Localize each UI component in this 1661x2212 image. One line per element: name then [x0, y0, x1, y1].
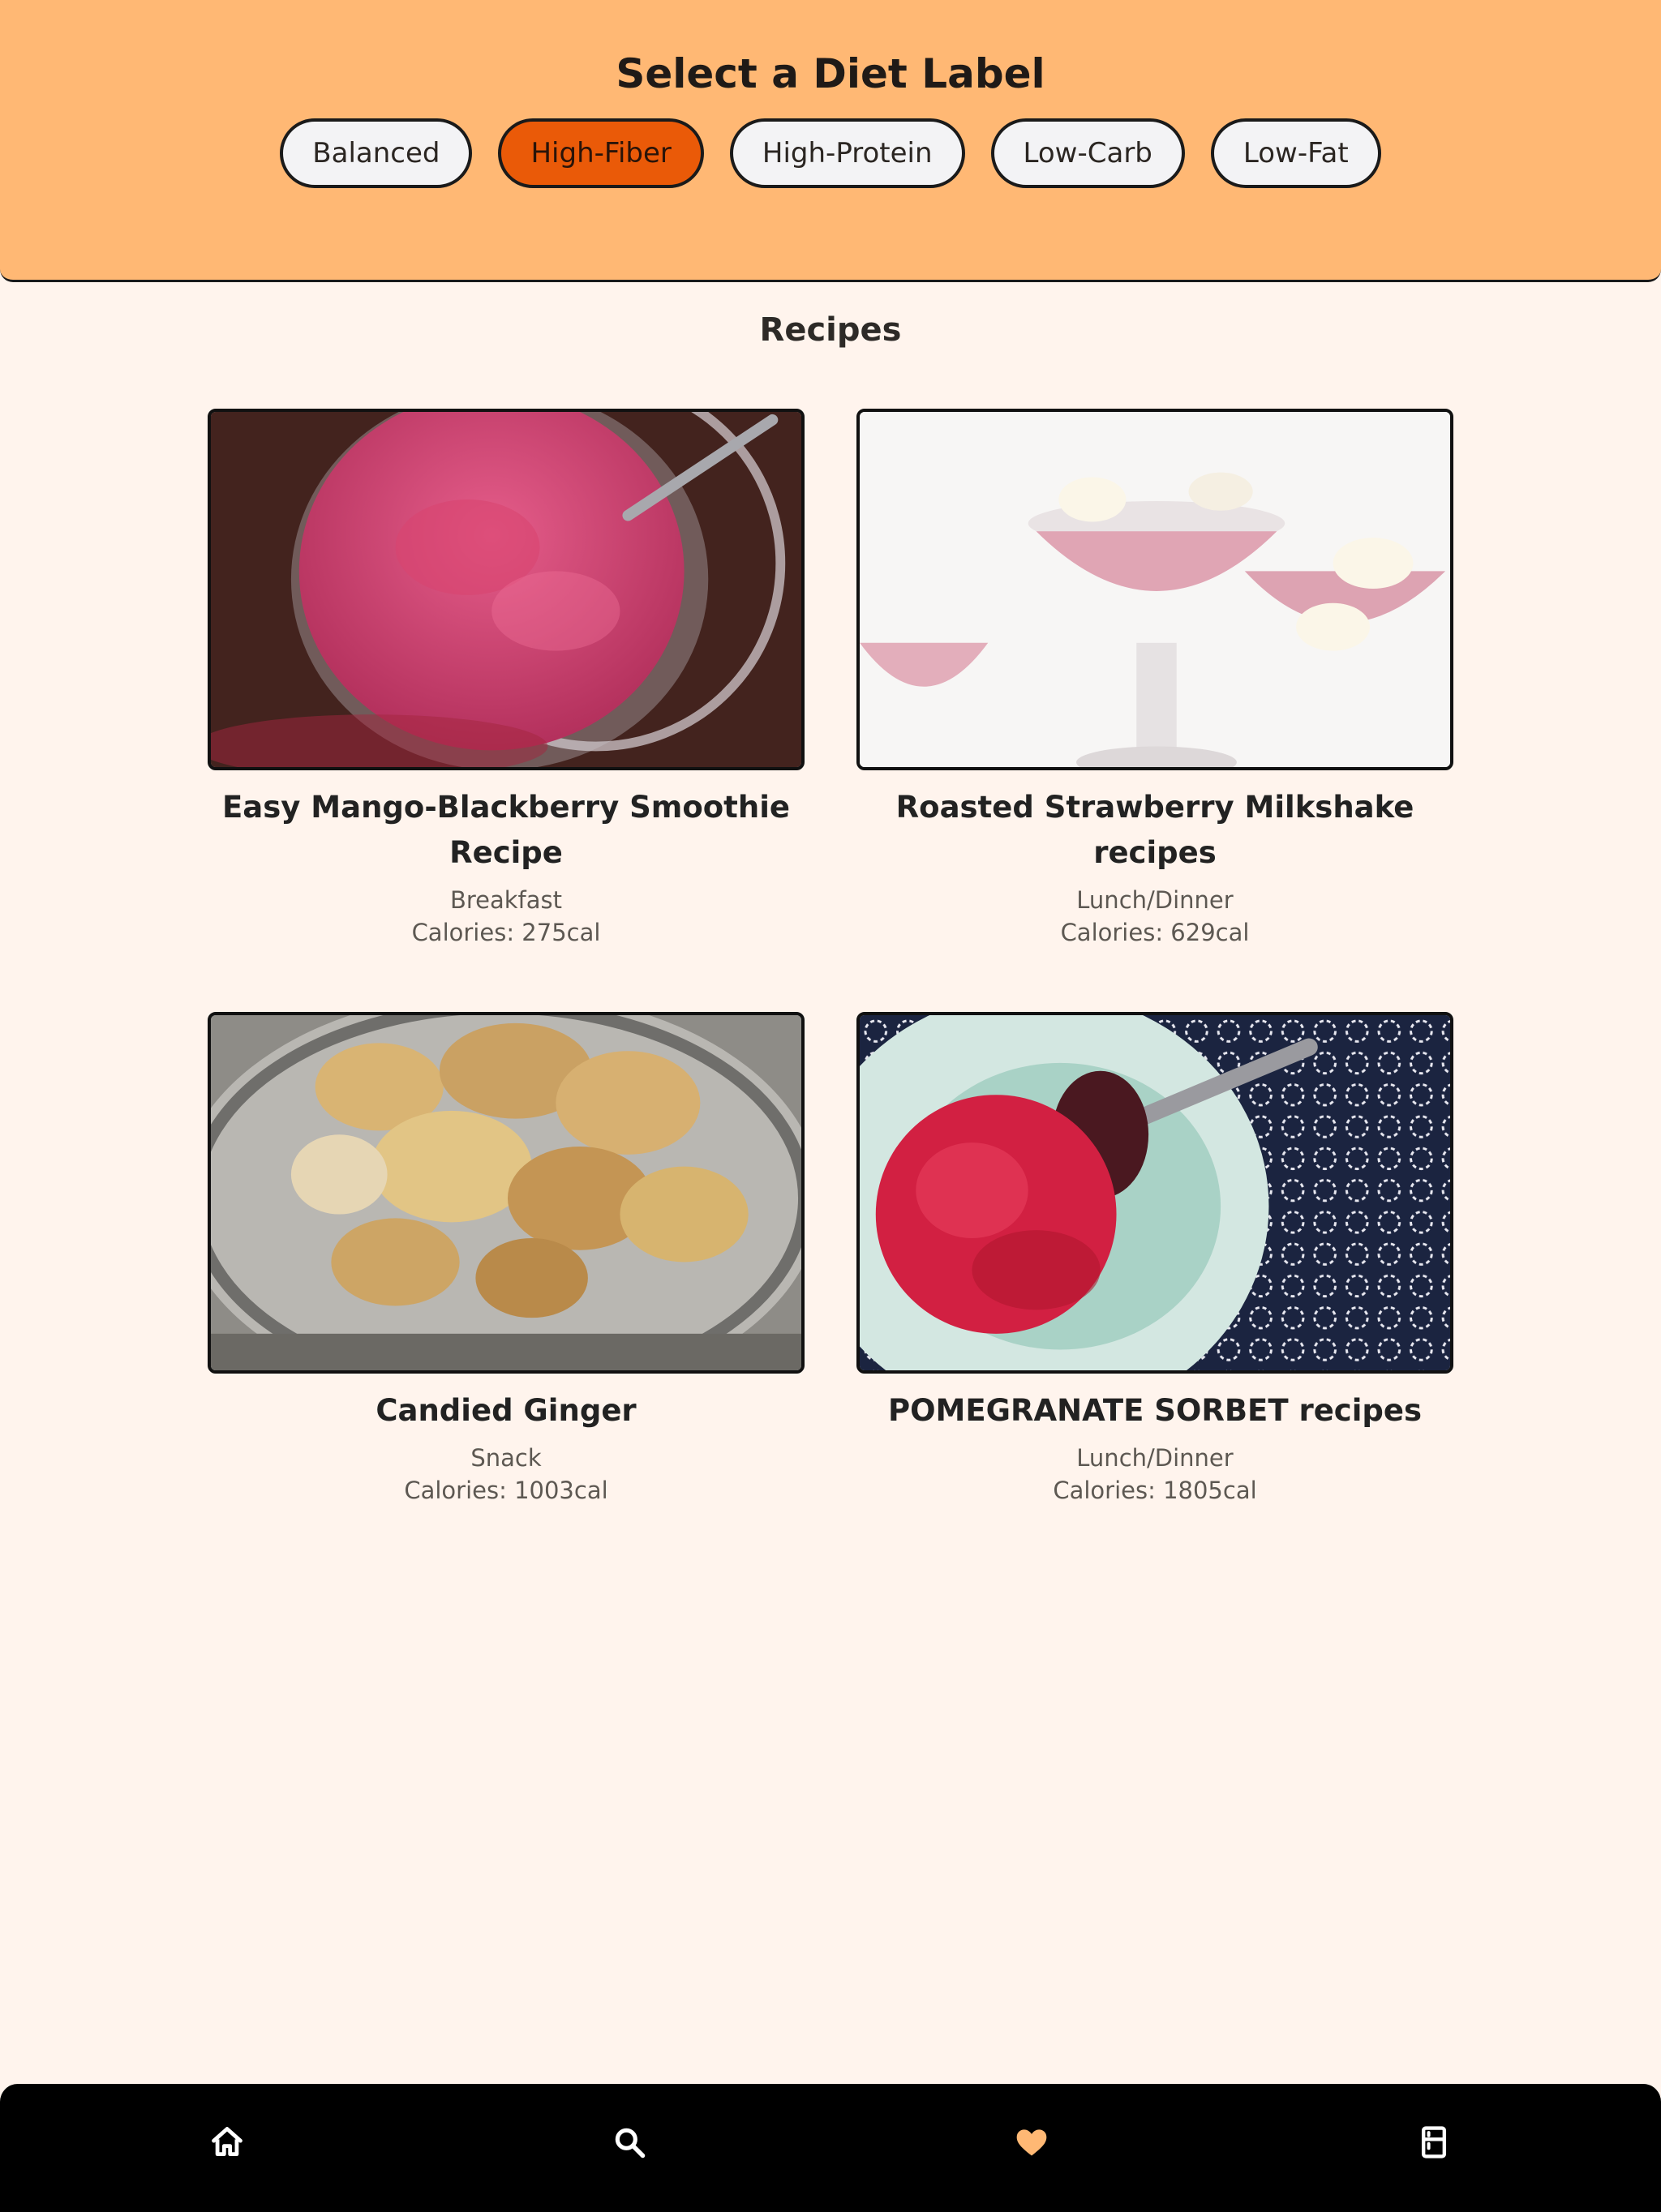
recipe-image[interactable] [208, 409, 805, 770]
nav-search[interactable] [605, 2118, 654, 2167]
recipe-meal-type: Breakfast [449, 886, 563, 914]
header-panel: Select a Diet Label Balanced High-Fiber … [0, 0, 1661, 282]
search-icon [615, 2128, 646, 2158]
diet-label-title: Select a Diet Label [616, 50, 1045, 97]
recipe-meal-type: Snack [470, 1444, 542, 1472]
recipe-card[interactable]: POMEGRANATE SORBET recipes Lunch/Dinner … [856, 1012, 1453, 1507]
diet-chip-low-fat[interactable]: Low-Fat [1210, 118, 1381, 188]
recipe-title[interactable]: Roasted Strawberry Milkshake recipes [856, 785, 1453, 876]
recipe-calories: Calories: 1805cal [1053, 1477, 1257, 1504]
diet-label-chip-group: Balanced High-Fiber High-Protein Low-Car… [0, 118, 1661, 188]
heart-icon [1016, 2129, 1047, 2156]
recipes-heading: Recipes [759, 311, 902, 349]
nav-fridge[interactable] [1410, 2118, 1458, 2167]
recipe-meal-type: Lunch/Dinner [1076, 1444, 1234, 1472]
recipe-calories: Calories: 1003cal [404, 1477, 608, 1504]
home-icon [212, 2127, 242, 2157]
nav-home[interactable] [203, 2118, 251, 2167]
recipe-image[interactable] [208, 1012, 805, 1374]
recipe-card[interactable]: Easy Mango-Blackberry Smoothie Recipe Br… [208, 409, 805, 949]
recipe-card[interactable]: Candied Ginger Snack Calories: 1003cal [208, 1012, 805, 1507]
recipe-card[interactable]: Roasted Strawberry Milkshake recipes Lun… [856, 409, 1453, 949]
bottom-navigation-bar [0, 2084, 1661, 2212]
diet-chip-high-protein[interactable]: High-Protein [729, 118, 965, 188]
recipe-title[interactable]: POMEGRANATE SORBET recipes [856, 1388, 1453, 1434]
recipe-image[interactable] [856, 1012, 1453, 1374]
nav-favorites[interactable] [1007, 2118, 1056, 2167]
recipe-image[interactable] [856, 409, 1453, 770]
diet-chip-high-fiber[interactable]: High-Fiber [498, 118, 704, 188]
fridge-icon [1421, 2126, 1447, 2158]
recipe-calories: Calories: 629cal [1060, 919, 1250, 946]
recipe-title[interactable]: Candied Ginger [208, 1388, 805, 1434]
diet-chip-low-carb[interactable]: Low-Carb [990, 118, 1185, 188]
recipe-title[interactable]: Easy Mango-Blackberry Smoothie Recipe [208, 785, 805, 876]
recipe-meal-type: Lunch/Dinner [1076, 886, 1234, 914]
diet-chip-balanced[interactable]: Balanced [280, 118, 473, 188]
recipe-calories: Calories: 275cal [411, 919, 601, 946]
